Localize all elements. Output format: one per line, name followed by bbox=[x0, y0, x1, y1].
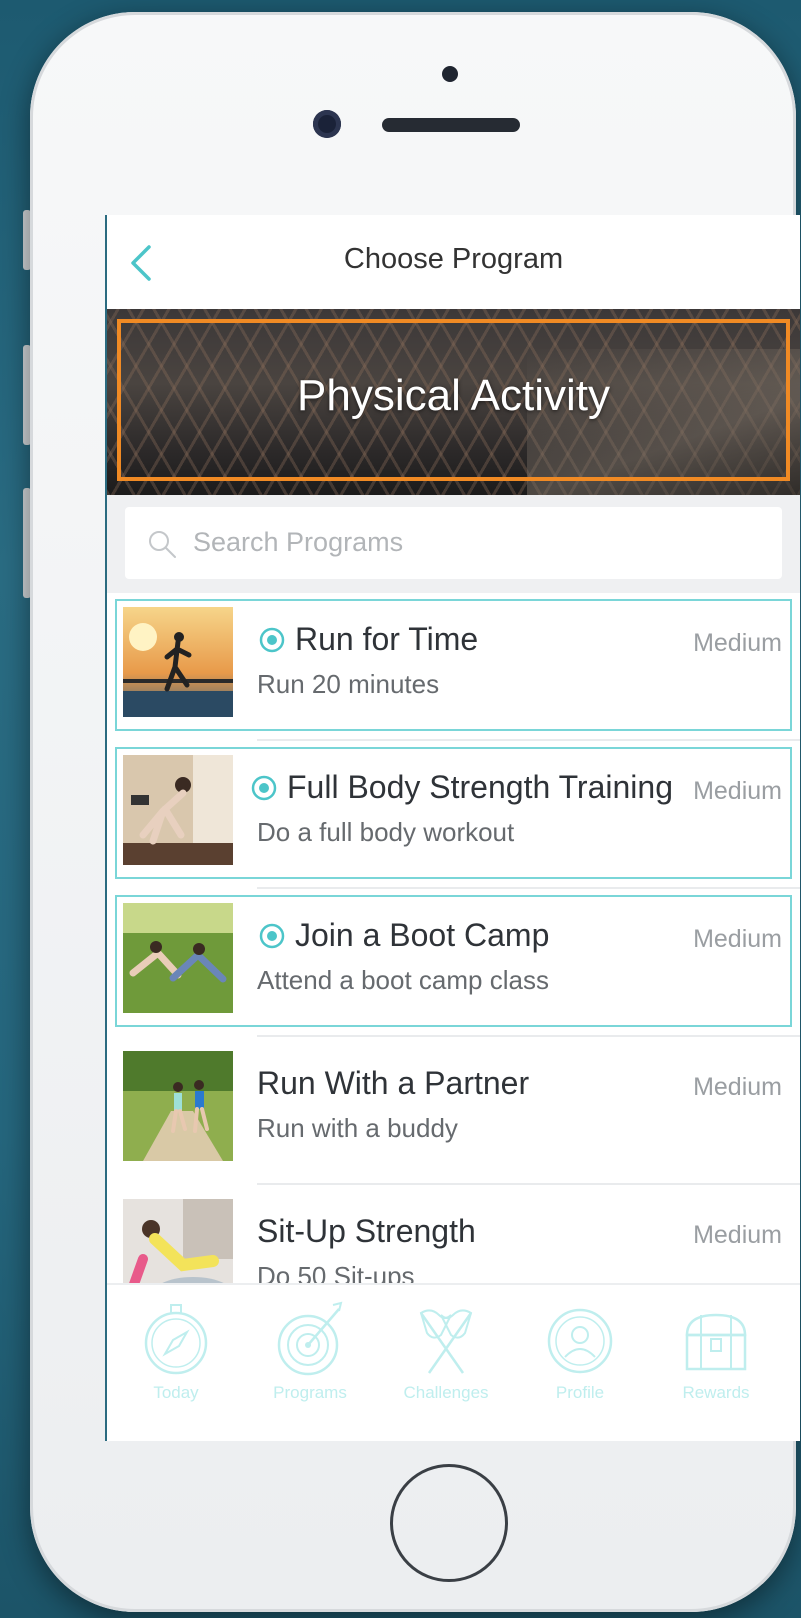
program-row-run-with-partner[interactable]: Run With a Partner Run with a buddy Medi… bbox=[107, 1037, 800, 1185]
program-title: Sit-Up Strength bbox=[257, 1213, 476, 1249]
search-placeholder: Search Programs bbox=[193, 527, 404, 557]
search-icon bbox=[149, 531, 176, 558]
tab-today[interactable]: Today bbox=[107, 1293, 245, 1433]
banner-title: Physical Activity bbox=[297, 371, 610, 420]
tab-profile[interactable]: Profile bbox=[511, 1293, 649, 1433]
target-icon bbox=[259, 923, 285, 949]
tab-label: Profile bbox=[555, 1383, 605, 1402]
front-camera bbox=[313, 110, 341, 138]
search-input[interactable]: Search Programs bbox=[125, 507, 782, 579]
program-title: Run With a Partner bbox=[257, 1065, 530, 1101]
user-circle-icon bbox=[547, 1308, 613, 1374]
tab-label: Rewards bbox=[682, 1383, 750, 1402]
target-arrow-icon bbox=[277, 1301, 343, 1376]
tab-programs[interactable]: Programs bbox=[241, 1293, 379, 1433]
program-title: Run for Time bbox=[295, 621, 479, 657]
program-title: Full Body Strength Training bbox=[287, 769, 673, 805]
tab-label: Today bbox=[153, 1383, 199, 1402]
program-level: Medium bbox=[693, 629, 782, 657]
app-screen: Choose Program Physical Activity Search … bbox=[105, 215, 800, 1441]
program-thumbnail bbox=[123, 755, 233, 865]
proximity-sensor bbox=[442, 66, 458, 82]
tab-label: Programs bbox=[273, 1383, 347, 1402]
category-banner[interactable]: Physical Activity bbox=[107, 309, 800, 495]
program-subtitle: Run 20 minutes bbox=[257, 669, 440, 699]
tab-label: Challenges bbox=[403, 1383, 489, 1402]
program-level: Medium bbox=[693, 777, 782, 805]
home-button[interactable] bbox=[390, 1464, 508, 1582]
compass-icon bbox=[144, 1304, 208, 1375]
program-title: Join a Boot Camp bbox=[295, 917, 550, 953]
program-thumbnail bbox=[123, 903, 233, 1013]
program-thumbnail bbox=[123, 1051, 233, 1161]
program-row-boot-camp[interactable]: Join a Boot Camp Attend a boot camp clas… bbox=[107, 889, 800, 1037]
nav-bar: Choose Program bbox=[107, 215, 800, 309]
target-icon bbox=[259, 627, 285, 653]
program-row-full-body-strength[interactable]: Full Body Strength Training Do a full bo… bbox=[107, 741, 800, 889]
phone-frame: Choose Program Physical Activity Search … bbox=[30, 12, 800, 1612]
tab-bar: Today Programs Challenges Profile Reward… bbox=[107, 1283, 800, 1441]
search-bar: Search Programs bbox=[107, 495, 800, 593]
program-level: Medium bbox=[693, 925, 782, 953]
earpiece-speaker bbox=[382, 118, 520, 132]
program-row-run-for-time[interactable]: Run for Time Run 20 minutes Medium bbox=[107, 593, 800, 741]
target-icon bbox=[251, 775, 277, 801]
page-title: Choose Program bbox=[343, 243, 564, 275]
program-subtitle: Attend a boot camp class bbox=[257, 965, 549, 995]
crossed-flags-icon bbox=[419, 1309, 473, 1374]
program-level: Medium bbox=[693, 1221, 782, 1249]
program-subtitle: Run with a buddy bbox=[257, 1113, 458, 1143]
program-subtitle: Do a full body workout bbox=[257, 817, 515, 847]
tab-rewards[interactable]: Rewards bbox=[647, 1293, 785, 1433]
program-thumbnail bbox=[123, 607, 233, 717]
program-level: Medium bbox=[693, 1073, 782, 1101]
tab-challenges[interactable]: Challenges bbox=[377, 1293, 515, 1433]
treasure-chest-icon bbox=[685, 1313, 747, 1371]
